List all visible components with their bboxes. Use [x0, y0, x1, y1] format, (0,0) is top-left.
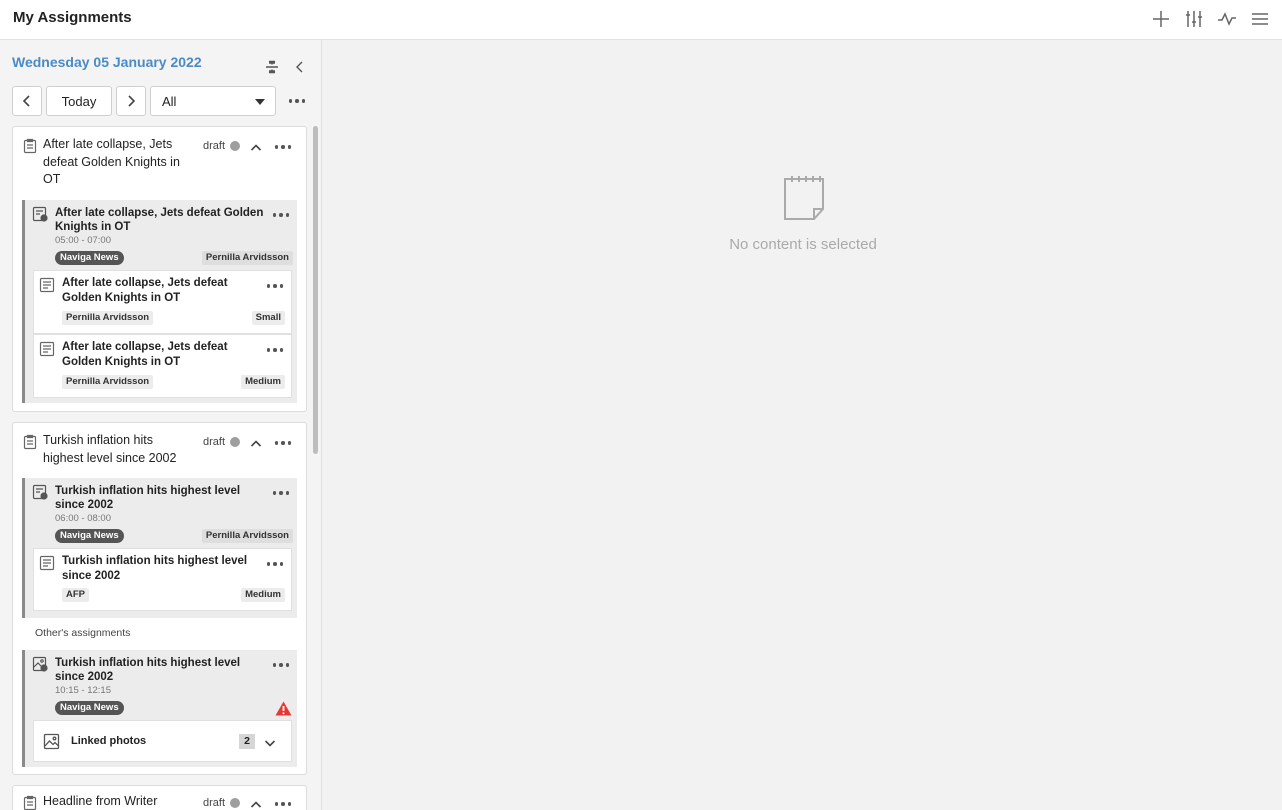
more-options-icon[interactable]: [288, 96, 306, 106]
prev-day-button[interactable]: [12, 86, 42, 116]
planning-check-icon: [32, 206, 48, 222]
status-dot: [230, 798, 240, 808]
clipboard-icon: [22, 795, 38, 810]
card-title: Headline from Writer: [43, 794, 158, 808]
section-badge: Naviga News: [55, 701, 124, 715]
next-day-button[interactable]: [116, 86, 146, 116]
filter-value: All: [162, 93, 177, 109]
planning-title: Turkish inflation hits highest level sin…: [55, 485, 241, 511]
assignment-card[interactable]: After late collapse, Jets defeat Golden …: [12, 126, 307, 412]
planning-check-icon: [32, 484, 48, 500]
linked-photos-count: 2: [239, 734, 255, 749]
chevron-right-icon: [128, 95, 136, 107]
article-more-icon[interactable]: [266, 559, 284, 569]
caret-down-icon: [255, 99, 265, 105]
article-size: Small: [251, 311, 285, 325]
content-area: No content is selected: [322, 40, 1282, 810]
linked-photos-row[interactable]: Linked photos 2: [33, 720, 292, 762]
article-more-icon[interactable]: [266, 281, 284, 291]
filter-select[interactable]: All: [150, 86, 276, 116]
planning-more-icon[interactable]: [272, 488, 290, 498]
app-title: My Assignments: [13, 9, 132, 26]
card-title: After late collapse, Jets defeat Golden …: [43, 137, 180, 186]
other-assignment-item[interactable]: Turkish inflation hits highest level sin…: [22, 650, 297, 767]
chevron-up-icon[interactable]: [250, 437, 262, 449]
card-more-icon[interactable]: [274, 438, 292, 448]
toolbar: [1149, 8, 1272, 30]
planning-time: 06:00 - 08:00: [55, 513, 111, 524]
planning-more-icon[interactable]: [272, 210, 290, 220]
image-icon: [43, 733, 60, 750]
article-item[interactable]: Turkish inflation hits highest level sin…: [33, 548, 292, 611]
article-item[interactable]: After late collapse, Jets defeat Golden …: [33, 270, 292, 334]
today-button[interactable]: Today: [46, 86, 112, 116]
clipboard-icon: [22, 138, 38, 154]
planning-item[interactable]: After late collapse, Jets defeat Golden …: [22, 200, 297, 403]
plus-icon[interactable]: [1149, 8, 1173, 30]
status-badge: draft: [203, 797, 240, 809]
assignments-panel: Wednesday 05 January 2022 Today All Afte…: [0, 40, 322, 810]
card-more-icon[interactable]: [274, 142, 292, 152]
document-icon: [39, 341, 55, 357]
chevron-up-icon[interactable]: [250, 798, 262, 810]
planning-title: After late collapse, Jets defeat Golden …: [55, 207, 264, 233]
others-assignments-label: Other's assignments: [35, 627, 131, 639]
chevron-left-icon: [22, 95, 30, 107]
card-title: Turkish inflation hits highest level sin…: [43, 433, 177, 465]
section-badge: Naviga News: [55, 529, 124, 543]
activity-icon[interactable]: [1215, 8, 1239, 30]
status-dot: [230, 437, 240, 447]
chevron-down-icon[interactable]: [264, 736, 276, 748]
status-dot: [230, 141, 240, 151]
article-more-icon[interactable]: [266, 345, 284, 355]
article-author: Pernilla Arvidsson: [62, 311, 154, 325]
document-icon: [39, 277, 55, 293]
photo-assignment-icon: [32, 656, 48, 672]
collapse-panel-icon[interactable]: [292, 59, 308, 75]
article-item[interactable]: After late collapse, Jets defeat Golden …: [33, 334, 292, 398]
date-title: Wednesday 05 January 2022: [12, 54, 202, 70]
other-assignment-title: Turkish inflation hits highest level sin…: [55, 657, 241, 683]
document-icon: [39, 555, 55, 571]
article-size: Medium: [241, 375, 285, 389]
sliders-icon[interactable]: [1182, 8, 1206, 30]
article-size: Medium: [241, 588, 285, 602]
warning-icon: [275, 701, 292, 716]
linked-photos-label: Linked photos: [71, 735, 147, 747]
clipboard-icon: [22, 434, 38, 450]
scrollbar[interactable]: [313, 126, 318, 454]
top-bar: My Assignments: [0, 0, 1282, 40]
article-author: Pernilla Arvidsson: [62, 375, 154, 389]
other-assignment-time: 10:15 - 12:15: [55, 685, 111, 696]
section-badge: Naviga News: [55, 251, 124, 265]
empty-state-text: No content is selected: [729, 236, 877, 253]
planning-item[interactable]: Turkish inflation hits highest level sin…: [22, 478, 297, 618]
article-title: After late collapse, Jets defeat Golden …: [62, 277, 228, 304]
assignment-card[interactable]: Turkish inflation hits highest level sin…: [12, 422, 307, 775]
assignment-card[interactable]: Headline from Writer draft: [12, 785, 307, 810]
article-title: After late collapse, Jets defeat Golden …: [62, 341, 228, 368]
notepad-icon: [782, 175, 826, 221]
compact-view-icon[interactable]: [264, 59, 280, 75]
article-title: Turkish inflation hits highest level sin…: [62, 555, 248, 582]
article-author: AFP: [62, 588, 89, 602]
card-more-icon[interactable]: [274, 799, 292, 809]
assignee-badge: Pernilla Arvidsson: [201, 251, 293, 265]
other-assignment-more-icon[interactable]: [272, 660, 290, 670]
assignee-badge: Pernilla Arvidsson: [201, 529, 293, 543]
chevron-up-icon[interactable]: [250, 141, 262, 153]
planning-time: 05:00 - 07:00: [55, 235, 111, 246]
hamburger-menu-icon[interactable]: [1248, 8, 1272, 30]
status-badge: draft: [203, 140, 240, 152]
status-badge: draft: [203, 436, 240, 448]
